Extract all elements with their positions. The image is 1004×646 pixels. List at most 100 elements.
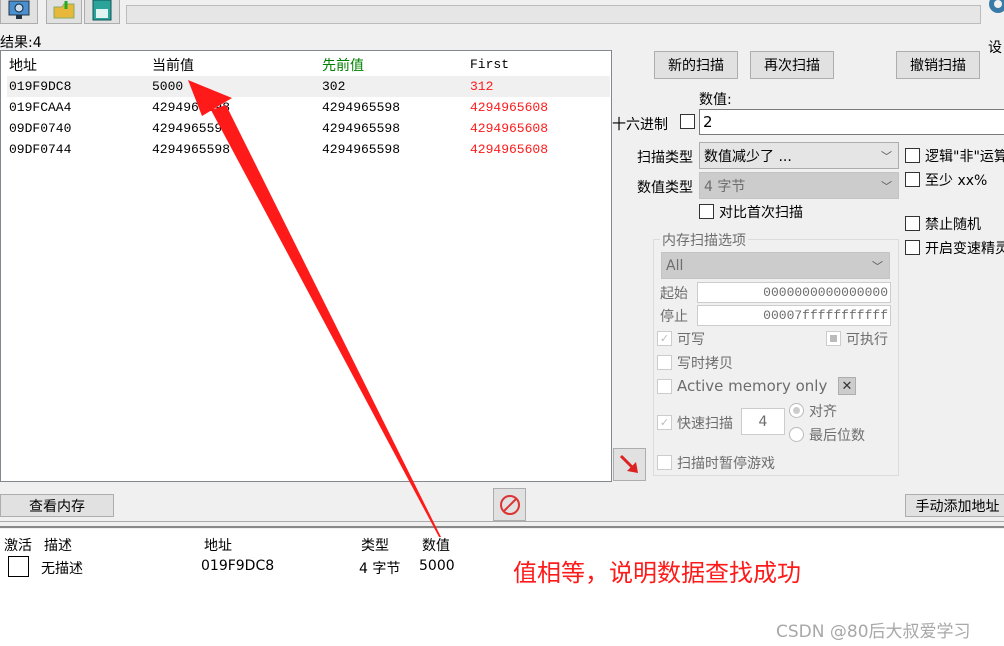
- writable-checkbox[interactable]: ✓: [657, 331, 672, 346]
- ct-address[interactable]: 019F9DC8: [201, 558, 274, 574]
- at-least-checkbox[interactable]: [905, 172, 920, 187]
- red-arrow-icon: [619, 454, 638, 473]
- aligned-label: 对齐: [809, 404, 837, 420]
- annotation-text: 值相等，说明数据查找成功: [513, 559, 801, 587]
- compare-first-label: 对比首次扫描: [719, 205, 803, 221]
- splitter[interactable]: [0, 521, 1004, 528]
- scan-type-select[interactable]: 数值减少了 ... ﹀: [699, 142, 899, 169]
- col-address[interactable]: 地址: [9, 55, 37, 75]
- result-current: 5000: [152, 79, 184, 94]
- result-row[interactable]: 019F9DC8 5000 302 312: [7, 76, 610, 97]
- clear-table-button[interactable]: [493, 488, 526, 521]
- region-value: All: [666, 257, 684, 274]
- open-process-icon: [8, 0, 30, 19]
- memory-options-title: 内存扫描选项: [660, 230, 748, 250]
- chevron-down-icon: ﹀: [881, 179, 892, 193]
- region-select[interactable]: All ﹀: [661, 252, 890, 279]
- fast-scan-input[interactable]: 4: [741, 408, 785, 435]
- ct-description[interactable]: 无描述: [41, 558, 83, 578]
- ct-active-checkbox[interactable]: [8, 556, 29, 577]
- result-first: 4294965608: [470, 142, 549, 157]
- ct-col-address[interactable]: 地址: [204, 535, 232, 555]
- result-previous: 4294965598: [322, 121, 401, 136]
- open-file-icon: [53, 1, 75, 19]
- settings-label: 设: [988, 40, 1002, 56]
- result-row[interactable]: 019FCAA4 4294965598 4294965598 4294965608: [7, 97, 610, 118]
- close-icon[interactable]: ✕: [838, 377, 856, 395]
- result-address: 019F9DC8: [9, 79, 72, 94]
- result-previous: 4294965598: [322, 142, 401, 157]
- result-row[interactable]: 09DF0744 4294965598 4294965598 4294965608: [7, 139, 610, 160]
- ct-col-active[interactable]: 激活: [4, 535, 32, 555]
- ct-type[interactable]: 4 字节: [359, 558, 400, 578]
- result-first: 312: [470, 79, 494, 94]
- next-scan-button[interactable]: 再次扫描: [750, 51, 834, 79]
- scan-type-label: 扫描类型: [637, 150, 693, 166]
- no-random-checkbox[interactable]: [905, 216, 920, 231]
- ct-value[interactable]: 5000: [419, 558, 455, 574]
- open-file-button[interactable]: [46, 0, 82, 24]
- start-address-input[interactable]: 0000000000000000: [697, 282, 891, 303]
- copy-on-write-label: 写时拷贝: [677, 356, 733, 372]
- fast-scan-label: 快速扫描: [677, 416, 733, 432]
- no-random-label: 禁止随机: [925, 217, 981, 233]
- undo-scan-button[interactable]: 撤销扫描: [896, 51, 980, 79]
- col-first[interactable]: First: [470, 57, 509, 72]
- copy-on-write-checkbox[interactable]: [657, 355, 672, 370]
- stop-icon: [499, 494, 520, 515]
- value-input[interactable]: 2: [699, 109, 1004, 135]
- active-only-label: Active memory only: [677, 377, 828, 395]
- at-least-label: 至少 xx%: [925, 173, 988, 189]
- progress-bar: [126, 5, 981, 24]
- ct-col-type[interactable]: 类型: [361, 535, 389, 555]
- speedhack-checkbox[interactable]: [905, 240, 920, 255]
- save-button[interactable]: [84, 0, 120, 24]
- result-current: 4294965598: [152, 142, 231, 157]
- results-header: 地址 当前值 先前值 First: [7, 52, 610, 75]
- result-current: 4294965598: [152, 121, 231, 136]
- result-current: 4294965598: [152, 100, 231, 115]
- settings-icon[interactable]: [986, 0, 1004, 18]
- cheat-table[interactable]: 激活 描述 地址 类型 数值 无描述 019F9DC8 4 字节 5000 值相…: [0, 529, 1004, 646]
- result-first: 4294965608: [470, 121, 549, 136]
- executable-checkbox[interactable]: [826, 331, 841, 346]
- scan-type-value: 数值减少了 ...: [704, 148, 792, 165]
- result-previous: 302: [322, 79, 346, 94]
- result-previous: 4294965598: [322, 100, 401, 115]
- pause-game-checkbox[interactable]: [657, 455, 672, 470]
- speedhack-label: 开启变速精灵: [925, 241, 1004, 257]
- view-memory-button[interactable]: 查看内存: [0, 494, 114, 517]
- open-process-button[interactable]: [0, 0, 38, 24]
- chevron-down-icon: ﹀: [881, 149, 892, 163]
- value-type-label: 数值类型: [637, 180, 693, 196]
- ct-col-description[interactable]: 描述: [44, 535, 72, 555]
- last-digits-radio[interactable]: [789, 427, 804, 442]
- result-address: 09DF0740: [9, 121, 72, 136]
- chevron-down-icon: ﹀: [872, 259, 883, 273]
- ct-col-value[interactable]: 数值: [422, 535, 450, 555]
- add-to-table-button[interactable]: [613, 448, 646, 481]
- results-count: 结果:4: [0, 35, 42, 51]
- not-op-label: 逻辑"非"运算: [925, 149, 1004, 165]
- not-op-checkbox[interactable]: [905, 148, 920, 163]
- watermark: CSDN @80后大叔爱学习: [776, 622, 971, 642]
- aligned-radio[interactable]: [789, 403, 804, 418]
- value-type-select[interactable]: 4 字节 ﹀: [699, 172, 899, 199]
- hex-checkbox[interactable]: [680, 114, 695, 129]
- result-row[interactable]: 09DF0740 4294965598 4294965598 4294965608: [7, 118, 610, 139]
- active-only-checkbox[interactable]: [657, 379, 672, 394]
- result-address: 09DF0744: [9, 142, 72, 157]
- fast-scan-checkbox[interactable]: ✓: [657, 415, 672, 430]
- results-list[interactable]: 地址 当前值 先前值 First 019F9DC8 5000 302 312 019FC…: [0, 50, 612, 482]
- compare-first-checkbox[interactable]: [699, 204, 714, 219]
- new-scan-button[interactable]: 新的扫描: [654, 51, 738, 79]
- col-previous[interactable]: 先前值: [322, 55, 364, 75]
- last-digits-label: 最后位数: [809, 428, 865, 444]
- start-label: 起始: [660, 286, 688, 302]
- col-current[interactable]: 当前值: [152, 55, 194, 75]
- stop-address-input[interactable]: 00007fffffffffff: [697, 305, 891, 326]
- value-type-value: 4 字节: [704, 178, 746, 195]
- add-address-button[interactable]: 手动添加地址: [905, 494, 1004, 517]
- executable-label: 可执行: [846, 332, 888, 348]
- hex-label: 十六进制: [612, 117, 668, 133]
